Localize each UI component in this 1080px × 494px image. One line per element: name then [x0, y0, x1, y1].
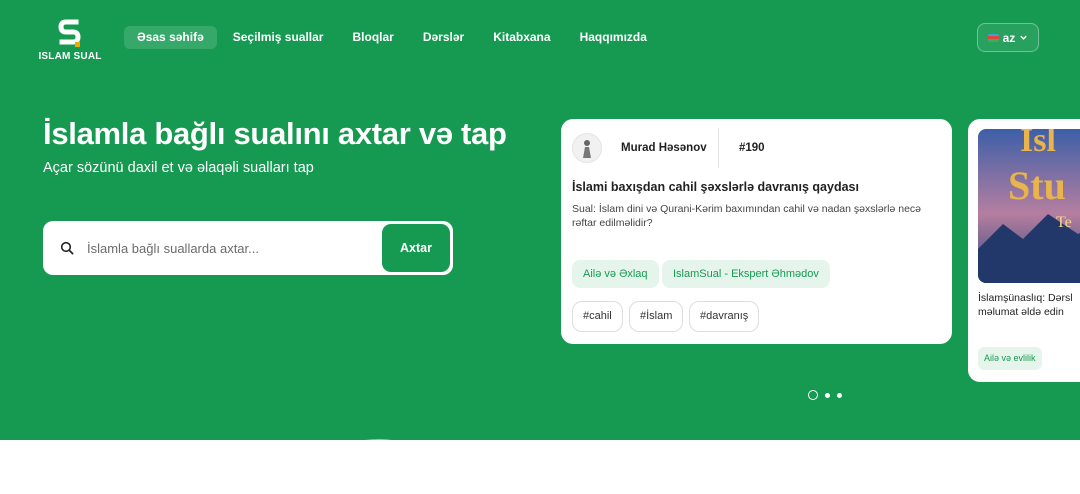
chevron-down-icon	[1020, 35, 1028, 40]
avatar	[572, 133, 602, 163]
carousel-dot-active[interactable]	[808, 390, 818, 400]
nav-item-blogs[interactable]: Bloqlar	[339, 26, 406, 49]
category-chip[interactable]: Ailə və evlilik	[978, 347, 1042, 370]
nav-item-selected-questions[interactable]: Seçilmiş suallar	[220, 26, 337, 49]
svg-text:Te: Te	[1056, 214, 1072, 231]
logo-s-icon	[58, 19, 81, 47]
lesson-card[interactable]: Isl Stu Te İslamşünaslıq: Dərsl məlumat …	[968, 119, 1080, 382]
site-logo[interactable]: ISLAM SUAL	[38, 18, 102, 64]
lesson-card-text: İslamşünaslıq: Dərsl məlumat əldə edin	[978, 292, 1073, 318]
divider	[718, 128, 719, 168]
question-number: #190	[739, 142, 765, 154]
search-input[interactable]	[87, 231, 377, 265]
hero-subtitle: Açar sözünü daxil et və əlaqəli sualları…	[43, 160, 314, 176]
question-title[interactable]: İslami baxışdan cahil şəxslərlə davranış…	[572, 180, 859, 194]
search-icon	[60, 241, 74, 255]
expert-chip[interactable]: IslamSual - Ekspert Əhmədov	[662, 260, 830, 288]
tag-chip[interactable]: #İslam	[629, 301, 684, 332]
svg-text:Isl: Isl	[1020, 129, 1056, 159]
search-bar: Axtar	[43, 221, 453, 275]
carousel-pagination	[808, 390, 842, 400]
language-selector[interactable]: az	[977, 23, 1039, 52]
question-card[interactable]: Murad Həsənov #190 İslami baxışdan cahil…	[561, 119, 952, 344]
question-text: Sual: İslam dini və Qurani-Kərim baxımın…	[572, 203, 922, 229]
flag-icon	[987, 33, 999, 42]
tag-chip[interactable]: #cahil	[572, 301, 623, 332]
wave-divider	[0, 439, 1080, 494]
user-icon	[583, 140, 591, 158]
nav-item-library[interactable]: Kitabxana	[480, 26, 563, 49]
carousel-dot[interactable]	[837, 392, 842, 398]
main-nav: Əsas səhifə Seçilmiş suallar Bloqlar Dər…	[124, 26, 663, 49]
language-code: az	[1002, 30, 1016, 45]
nav-item-about[interactable]: Haqqımızda	[567, 26, 660, 49]
author-name[interactable]: Murad Həsənov	[621, 142, 707, 154]
category-chip[interactable]: Ailə və Əxlaq	[572, 260, 659, 288]
search-button[interactable]: Axtar	[382, 224, 450, 272]
tag-chip[interactable]: #davranış	[689, 301, 760, 332]
hero-title: İslamla bağlı sualını axtar və tap	[43, 116, 507, 151]
logo-text: ISLAM SUAL	[38, 51, 102, 62]
lesson-cover-image: Isl Stu Te	[978, 129, 1080, 283]
svg-text:Stu: Stu	[1008, 163, 1066, 208]
nav-item-lessons[interactable]: Dərslər	[410, 26, 477, 49]
nav-item-home[interactable]: Əsas səhifə	[124, 26, 217, 49]
carousel-dot[interactable]	[825, 392, 830, 398]
